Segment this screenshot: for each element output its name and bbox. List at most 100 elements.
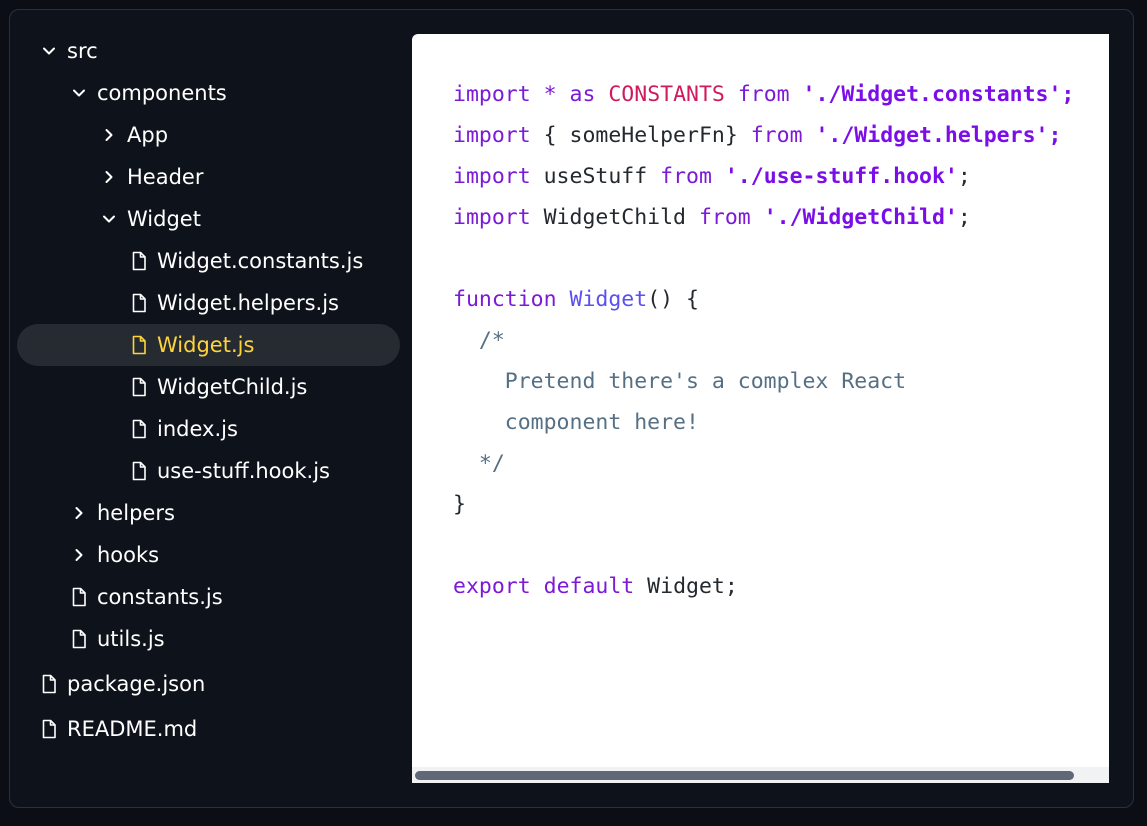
tree-file-widgetchild-js[interactable]: WidgetChild.js: [17, 366, 400, 408]
code-line: }: [453, 484, 1074, 525]
code-line: import * as CONSTANTS from './Widget.con…: [453, 74, 1074, 115]
code-token: ;: [957, 205, 971, 230]
code-token: export: [453, 574, 531, 599]
tree-item-label: Widget.helpers.js: [157, 291, 339, 315]
tree-file-use-stuff-hook-js[interactable]: use-stuff.hook.js: [17, 450, 400, 492]
file-icon: [39, 718, 59, 740]
code-token: import: [453, 123, 531, 148]
file-icon: [69, 586, 89, 608]
file-icon: [39, 673, 59, 695]
tree-item-label: helpers: [97, 501, 175, 525]
tree-file-package-json[interactable]: package.json: [17, 663, 400, 705]
code-token: import: [453, 82, 531, 107]
tree-folder-app[interactable]: App: [17, 114, 400, 156]
code-line: component here!: [453, 402, 1074, 443]
code-token: function: [453, 287, 557, 312]
code-token: /*: [453, 328, 505, 353]
tree-item-label: components: [97, 81, 227, 105]
code-token: useStuff: [530, 164, 661, 189]
tree-item-label: WidgetChild.js: [157, 375, 308, 399]
chevron-down-icon: [99, 209, 119, 229]
tree-item-label: Widget: [127, 207, 201, 231]
tree-file-readme-md[interactable]: README.md: [17, 708, 400, 750]
file-tree: src components App Header Widget Widget.const…: [10, 10, 410, 807]
code-token: */: [453, 451, 505, 476]
code-line: import { someHelperFn} from './Widget.he…: [453, 115, 1074, 156]
code-token: './use-stuff.hook': [724, 164, 958, 189]
code-token: () {: [647, 287, 699, 312]
chevron-down-icon: [69, 83, 89, 103]
code-token: import: [453, 205, 531, 230]
code-token: }: [453, 492, 466, 517]
tree-file-widget-js[interactable]: Widget.js: [17, 324, 400, 366]
file-icon: [129, 250, 149, 272]
file-explorer-window: src components App Header Widget Widget.const…: [9, 9, 1134, 808]
code-token: from: [737, 82, 790, 107]
tree-item-label: hooks: [97, 543, 160, 567]
code-line: import useStuff from './use-stuff.hook';: [453, 156, 1074, 197]
code-token: WidgetChild: [530, 205, 699, 230]
code-token: CONSTANTS: [608, 82, 725, 107]
tree-item-label: use-stuff.hook.js: [157, 459, 330, 483]
tree-folder-widget[interactable]: Widget: [17, 198, 400, 240]
code-token: from: [698, 205, 751, 230]
code-token: Widget: [569, 287, 648, 312]
tree-item-label: index.js: [157, 417, 238, 441]
tree-item-label: README.md: [67, 717, 198, 741]
tree-file-widget-constants-js[interactable]: Widget.constants.js: [17, 240, 400, 282]
code-token: *: [530, 82, 570, 107]
file-icon: [69, 628, 89, 650]
tree-file-index-js[interactable]: index.js: [17, 408, 400, 450]
code-token: default: [543, 574, 635, 599]
code-editor: import * as CONSTANTS from './Widget.con…: [412, 34, 1109, 783]
tree-file-widget-helpers-js[interactable]: Widget.helpers.js: [17, 282, 400, 324]
code-line: export default Widget;: [453, 566, 1074, 607]
code-token: './Widget.constants';: [802, 82, 1075, 107]
file-icon: [129, 418, 149, 440]
file-icon: [129, 460, 149, 482]
tree-folder-helpers[interactable]: helpers: [17, 492, 400, 534]
tree-folder-components[interactable]: components: [17, 72, 400, 114]
code-token: './WidgetChild': [763, 205, 958, 230]
code-token: from: [660, 164, 712, 189]
tree-folder-src[interactable]: src: [17, 30, 400, 72]
tree-item-label: utils.js: [97, 627, 165, 651]
code-token: Pretend there's a complex React: [453, 369, 907, 394]
horizontal-scrollbar-track[interactable]: [412, 767, 1109, 783]
file-icon: [129, 376, 149, 398]
chevron-down-icon: [39, 41, 59, 61]
chevron-right-icon: [69, 545, 89, 565]
code-token: ;: [957, 164, 971, 189]
code-token: { someHelperFn}: [530, 123, 751, 148]
code-token: './Widget.helpers';: [815, 123, 1062, 148]
code-line: Pretend there's a complex React: [453, 361, 1074, 402]
tree-file-utils-js[interactable]: utils.js: [17, 618, 400, 660]
code-line: function Widget() {: [453, 279, 1074, 320]
horizontal-scrollbar-thumb[interactable]: [415, 771, 1074, 780]
code-line: */: [453, 443, 1074, 484]
code-token: import: [453, 164, 531, 189]
tree-item-label: App: [127, 123, 169, 147]
tree-folder-header[interactable]: Header: [17, 156, 400, 198]
tree-item-label: Widget.js: [157, 333, 255, 357]
code-line: import WidgetChild from './WidgetChild';: [453, 197, 1074, 238]
tree-file-constants-js[interactable]: constants.js: [17, 576, 400, 618]
chevron-right-icon: [99, 125, 119, 145]
file-icon: [129, 334, 149, 356]
file-icon: [129, 292, 149, 314]
tree-item-label: package.json: [67, 672, 206, 696]
tree-folder-hooks[interactable]: hooks: [17, 534, 400, 576]
chevron-right-icon: [69, 503, 89, 523]
code-content: import * as CONSTANTS from './Widget.con…: [453, 74, 1074, 607]
code-line: /*: [453, 320, 1074, 361]
code-token: Widget;: [634, 574, 738, 599]
